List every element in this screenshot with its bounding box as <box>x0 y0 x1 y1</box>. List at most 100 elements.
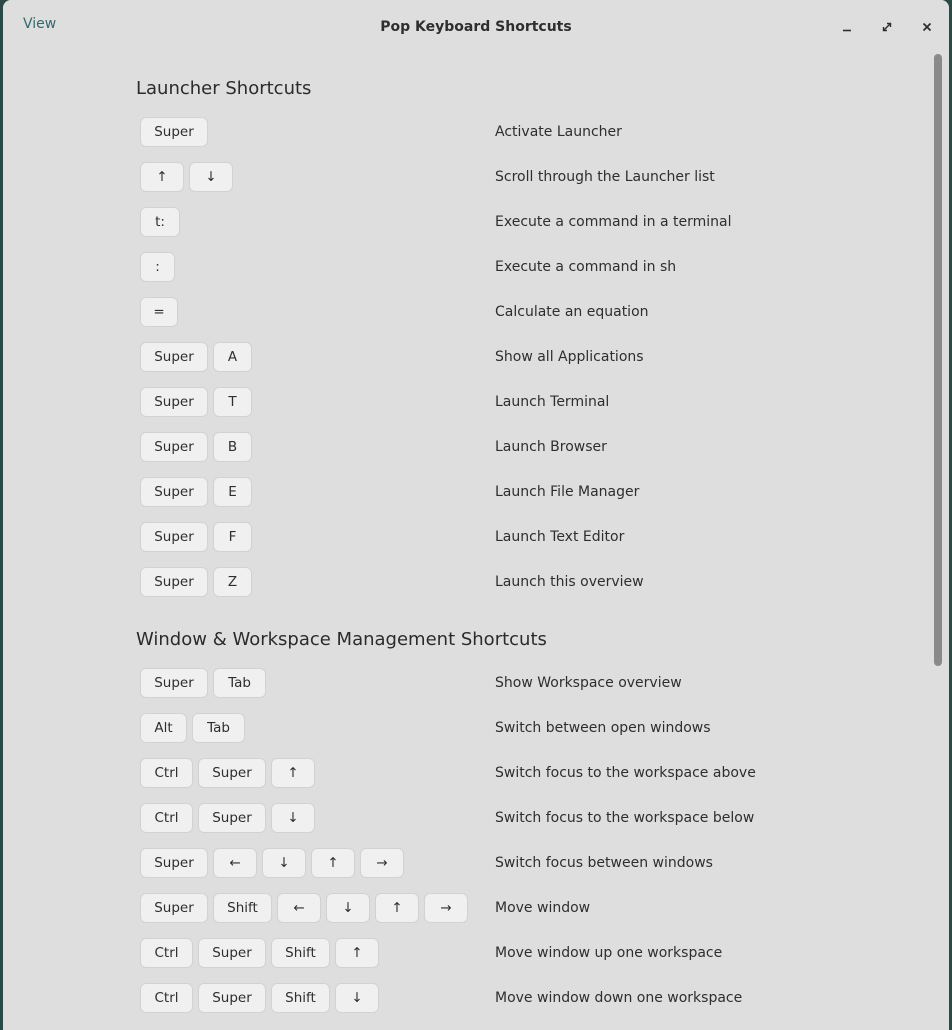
key-cap: Super <box>198 758 266 788</box>
shortcut-row: Ctrl Super ↑ Switch focus to the workspace … <box>140 758 840 792</box>
shortcut-keys: : <box>140 252 175 284</box>
key-cap: Super <box>140 432 208 462</box>
shortcut-row: Ctrl Super ↓ Switch focus to the workspace … <box>140 803 840 837</box>
key-cap: t: <box>140 207 180 237</box>
shortcut-keys: Super E <box>140 477 252 509</box>
shortcut-description: Switch focus to the workspace above <box>495 765 756 781</box>
shortcut-keys: Ctrl Super ↓ <box>140 803 315 835</box>
key-cap: Super <box>140 342 208 372</box>
key-cap: Super <box>198 983 266 1013</box>
shortcut-description: Calculate an equation <box>495 304 649 320</box>
window-title: Pop Keyboard Shortcuts <box>380 19 572 35</box>
shortcut-description: Move window <box>495 900 591 916</box>
shortcut-description: Launch Terminal <box>495 394 610 410</box>
key-cap: B <box>213 432 252 462</box>
key-cap: Z <box>213 567 252 597</box>
minimize-icon <box>841 21 853 33</box>
shortcut-keys: Alt Tab <box>140 713 245 745</box>
key-cap: E <box>213 477 252 507</box>
shortcut-row: Super E Launch File Manager <box>140 477 840 511</box>
shortcut-keys: Super Shift ← ↓ ↑ → <box>140 893 468 925</box>
shortcut-row: Super Z Launch this overview <box>140 567 840 601</box>
shortcut-description: Execute a command in a terminal <box>495 214 732 230</box>
key-cap: Ctrl <box>140 983 193 1013</box>
shortcut-row: Super Tab Show Workspace overview <box>140 668 840 702</box>
key-cap: F <box>213 522 252 552</box>
key-arrow: ↑ <box>311 848 355 878</box>
shortcut-row: : Execute a command in sh <box>140 252 840 286</box>
key-arrow: ↓ <box>262 848 306 878</box>
shortcut-description: Move window down one workspace <box>495 990 743 1006</box>
shortcut-row: ↑ ↓ Scroll through the Launcher list <box>140 162 840 196</box>
close-icon <box>921 21 933 33</box>
shortcut-keys: Super Tab <box>140 668 266 700</box>
key-cap: Super <box>140 893 208 923</box>
key-cap: Super <box>198 938 266 968</box>
shortcut-keys: Super F <box>140 522 252 554</box>
key-arrow: ↑ <box>140 162 184 192</box>
shortcut-row: Super Activate Launcher <box>140 117 840 151</box>
shortcut-description: Execute a command in sh <box>495 259 677 275</box>
shortcut-row: Ctrl Super Shift ↓ Move window down one work… <box>140 983 840 1017</box>
shortcut-description: Show Workspace overview <box>495 675 682 691</box>
shortcut-row: Super T Launch Terminal <box>140 387 840 421</box>
scrollbar-thumb[interactable] <box>934 54 942 666</box>
shortcut-keys: Super A <box>140 342 252 374</box>
shortcut-row: t: Execute a command in a terminal <box>140 207 840 241</box>
shortcut-row: Ctrl Super Shift ↑ Move window up one worksp… <box>140 938 840 972</box>
key-arrow: → <box>360 848 404 878</box>
key-arrow: → <box>424 893 468 923</box>
shortcut-keys: t: <box>140 207 180 239</box>
shortcut-description: Activate Launcher <box>495 124 622 140</box>
key-cap: Super <box>140 477 208 507</box>
shortcut-description: Show all Applications <box>495 349 644 365</box>
key-cap: Super <box>198 803 266 833</box>
shortcut-keys: Ctrl Super Shift ↓ <box>140 983 379 1015</box>
shortcut-description: Launch File Manager <box>495 484 640 500</box>
maximize-icon <box>881 21 893 33</box>
shortcut-keys: Super Z <box>140 567 252 599</box>
shortcut-row: Alt Tab Switch between open windows <box>140 713 840 747</box>
shortcut-description: Launch Text Editor <box>495 529 625 545</box>
key-arrow: ← <box>277 893 321 923</box>
shortcut-keys: Super <box>140 117 208 149</box>
scrollbar[interactable] <box>934 54 942 1014</box>
shortcut-description: Switch focus to the workspace below <box>495 810 755 826</box>
key-arrow: ↓ <box>326 893 370 923</box>
key-cap: Super <box>140 848 208 878</box>
shortcut-description: Switch between open windows <box>495 720 711 736</box>
key-cap: Shift <box>213 893 272 923</box>
shortcut-keys: Ctrl Super Shift ↑ <box>140 938 379 970</box>
shortcut-keys: Super T <box>140 387 252 419</box>
shortcut-keys: = <box>140 297 178 329</box>
key-cap: Shift <box>271 938 330 968</box>
close-button[interactable] <box>915 15 939 39</box>
key-cap: Super <box>140 387 208 417</box>
key-arrow: ↓ <box>189 162 233 192</box>
shortcuts-list[interactable]: Launcher Shortcuts Super Activate Launcher… <box>3 54 949 1030</box>
minimize-button[interactable] <box>835 15 859 39</box>
key-arrow: ← <box>213 848 257 878</box>
shortcut-description: Launch Browser <box>495 439 607 455</box>
shortcut-row: Super B Launch Browser <box>140 432 840 466</box>
key-cap: Ctrl <box>140 803 193 833</box>
shortcut-keys: ↑ ↓ <box>140 162 233 194</box>
key-cap: Ctrl <box>140 758 193 788</box>
shortcut-row: = Calculate an equation <box>140 297 840 331</box>
shortcut-row: Super Shift ← ↓ ↑ → Move window <box>140 893 840 927</box>
key-arrow: ↓ <box>335 983 379 1013</box>
shortcut-description: Scroll through the Launcher list <box>495 169 715 185</box>
key-cap: Super <box>140 567 208 597</box>
shortcut-description: Move window up one workspace <box>495 945 723 961</box>
key-cap: = <box>140 297 178 327</box>
key-cap: Tab <box>192 713 245 743</box>
section-title: Launcher Shortcuts <box>136 78 312 99</box>
shortcut-row: Super A Show all Applications <box>140 342 840 376</box>
key-cap: Alt <box>140 713 187 743</box>
shortcut-row: Super F Launch Text Editor <box>140 522 840 556</box>
header-bar: View Pop Keyboard Shortcuts <box>3 0 949 54</box>
key-arrow: ↑ <box>335 938 379 968</box>
shortcut-description: Switch focus between windows <box>495 855 713 871</box>
maximize-button[interactable] <box>875 15 899 39</box>
key-arrow: ↑ <box>271 758 315 788</box>
